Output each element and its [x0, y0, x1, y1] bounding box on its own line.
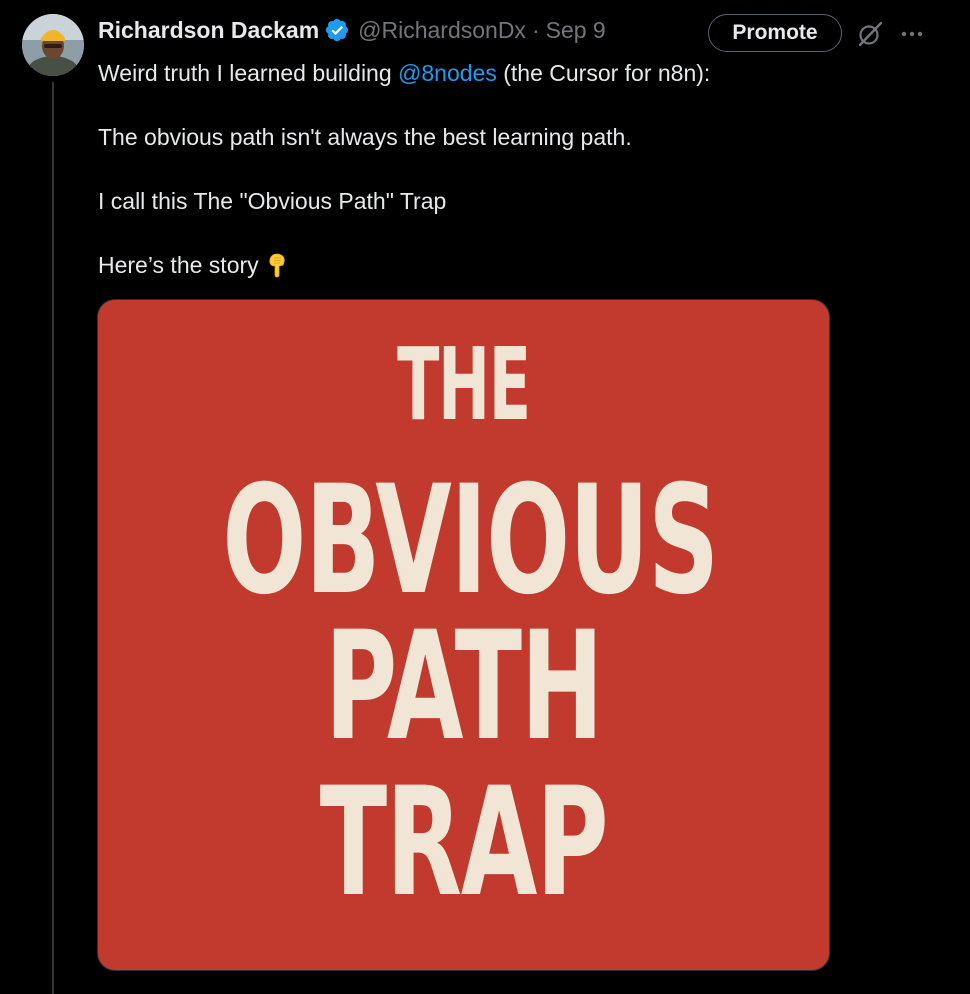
tweet-text-line: The obvious path isn't always the best l…: [98, 124, 632, 150]
tweet-header: Richardson Dackam @RichardsonDx · Sep 9: [98, 14, 606, 46]
grok-icon[interactable]: [856, 20, 884, 48]
avatar-image: [22, 14, 84, 76]
tweet-media-image[interactable]: THE OBVIOUS PATH TRAP: [97, 299, 830, 971]
poster-title-line: PATH: [324, 600, 604, 774]
tweet-text-line: Weird truth I learned building @8nodes (…: [98, 58, 918, 88]
promote-button[interactable]: Promote: [708, 14, 842, 52]
author-handle[interactable]: @RichardsonDx: [358, 17, 526, 44]
poster-title-line: OBVIOUS: [222, 454, 719, 628]
tweet-text-segment: Weird truth I learned building: [98, 60, 399, 86]
tweet-date[interactable]: Sep 9: [546, 17, 606, 44]
poster-title-line: TRAP: [319, 756, 609, 930]
verified-badge-icon: [326, 18, 349, 42]
thread-connector-line: [52, 82, 54, 994]
tweet-text-segment: Here’s the story: [98, 252, 259, 278]
tweet-text-line: Here’s the story: [98, 250, 918, 280]
tweet-text-line: I call this The "Obvious Path" Trap: [98, 188, 447, 214]
tweet-text-segment: (the Cursor for n8n):: [496, 60, 711, 86]
mention-link[interactable]: @8nodes: [398, 60, 497, 86]
pointing-down-emoji-icon: [269, 253, 285, 278]
more-horizontal-icon[interactable]: [898, 22, 926, 46]
avatar[interactable]: [22, 14, 84, 76]
header-separator: ·: [531, 16, 540, 43]
author-display-name[interactable]: Richardson Dackam: [98, 17, 319, 44]
poster-title-line: THE: [397, 326, 531, 443]
